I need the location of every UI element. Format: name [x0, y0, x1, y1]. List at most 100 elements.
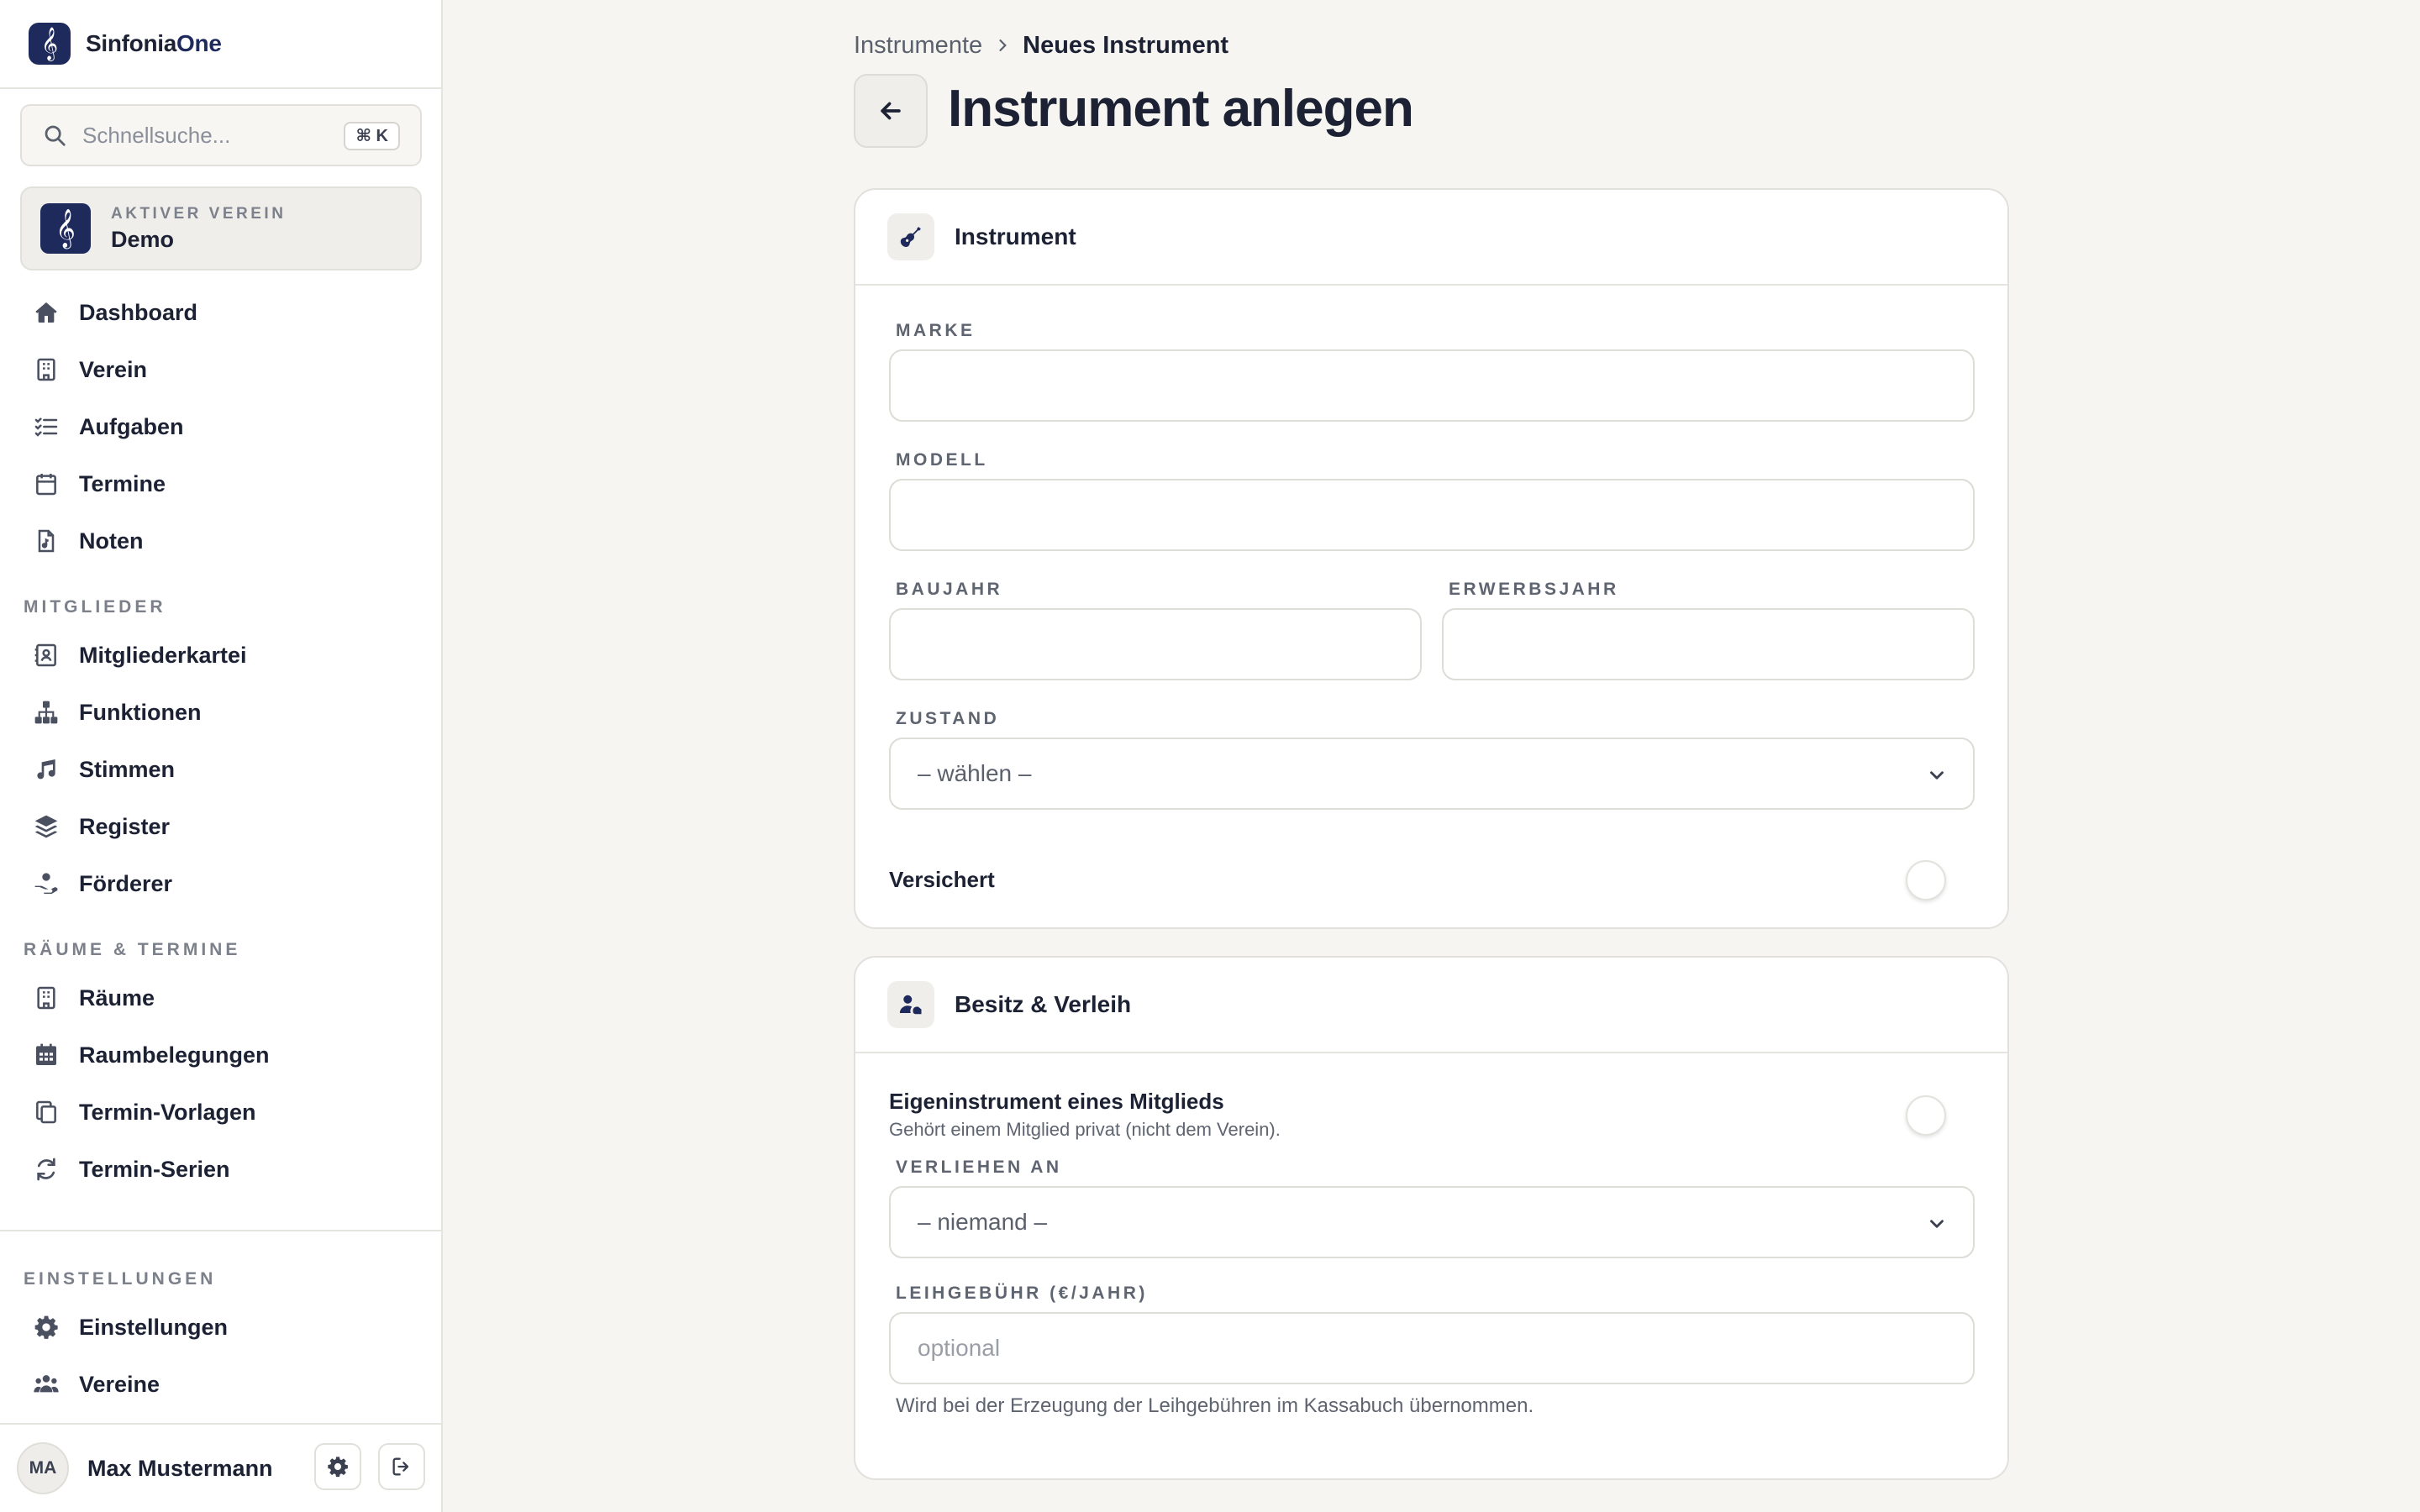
nav-item-dashboard[interactable]: Dashboard: [20, 288, 422, 337]
verliehen-an-selected-value: – niemand –: [918, 1209, 1048, 1235]
nav-label: Raumbelegungen: [79, 1042, 270, 1068]
nav-label: Mitgliederkartei: [79, 642, 247, 668]
versichert-label: Versichert: [889, 867, 995, 892]
nav-item-aufgaben[interactable]: Aufgaben: [20, 402, 422, 451]
instrument-card: Instrument MARKE MODELL BAUJAHR ERWERBSJ…: [854, 188, 2009, 929]
nav-item-verein[interactable]: Verein: [20, 345, 422, 394]
contact-card-icon: [32, 641, 60, 669]
arrow-left-icon: [881, 102, 901, 120]
nav-label: Vereine: [79, 1371, 160, 1397]
shortcut-badge: ⌘ K: [344, 122, 400, 150]
nav-item-termine[interactable]: Termine: [20, 459, 422, 508]
nav-label: Verein: [79, 356, 148, 382]
app-name: SinfoniaOne: [86, 30, 222, 56]
club-logo-icon: 𝄞: [40, 203, 91, 254]
nav-item-mitgliederkartei[interactable]: Mitgliederkartei: [20, 631, 422, 680]
verliehen-an-label: VERLIEHEN AN: [896, 1158, 1062, 1177]
nav-item-einstellungen[interactable]: Einstellungen: [20, 1303, 422, 1352]
gear-icon: [328, 1457, 348, 1478]
nav-label: Dashboard: [79, 299, 198, 325]
music-note-icon: [32, 755, 60, 784]
org-chart-icon: [32, 698, 60, 727]
brand-header[interactable]: 𝄞 SinfoniaOne: [0, 0, 441, 89]
leihgebuehr-input[interactable]: optional: [889, 1312, 1975, 1384]
marke-input[interactable]: [889, 349, 1975, 422]
nav-label: Termin-Serien: [79, 1156, 230, 1182]
besitz-verleih-card: Besitz & Verleih Eigeninstrument eines M…: [854, 956, 2009, 1480]
breadcrumb-current: Neues Instrument: [1023, 31, 1229, 59]
leihgebuehr-hint: Wird bei der Erzeugung der Leihgebühren …: [896, 1394, 1534, 1417]
building-icon: [32, 355, 60, 384]
nav-item-register[interactable]: Register: [20, 802, 422, 851]
baujahr-input[interactable]: [889, 608, 1422, 680]
layers-icon: [32, 812, 60, 841]
guitar-icon: [887, 213, 934, 260]
instrument-card-header: Instrument: [855, 190, 2007, 286]
chevron-down-icon: [1930, 1220, 1944, 1228]
nav-label: Funktionen: [79, 699, 202, 725]
eigeninstrument-label: Eigeninstrument eines Mitglieds: [889, 1089, 1224, 1114]
versichert-toggle[interactable]: [1906, 860, 1946, 900]
nav-item-raeume[interactable]: Räume: [20, 974, 422, 1022]
active-club-kicker: AKTIVER VEREIN: [111, 204, 287, 223]
refresh-icon: [32, 1155, 60, 1184]
sheet-music-icon: [32, 527, 60, 555]
avatar[interactable]: MA: [17, 1442, 69, 1494]
verliehen-an-select[interactable]: – niemand –: [889, 1186, 1975, 1258]
instrument-card-title: Instrument: [955, 223, 1076, 249]
search-icon: [45, 125, 66, 146]
nav-item-stimmen[interactable]: Stimmen: [20, 745, 422, 794]
user-hand-icon: [887, 981, 934, 1028]
calendar-grid-icon: [32, 1041, 60, 1069]
nav-label: Räume: [79, 984, 155, 1011]
users-icon: [32, 1370, 60, 1399]
logout-icon: [392, 1457, 409, 1476]
modell-label: MODELL: [896, 450, 988, 470]
nav-item-noten[interactable]: Noten: [20, 517, 422, 565]
user-bar: MA Max Mustermann: [0, 1423, 441, 1512]
eigeninstrument-toggle[interactable]: [1906, 1095, 1946, 1136]
search-placeholder: Schnellsuche...: [82, 122, 231, 148]
treble-clef-logo-icon: 𝄞: [29, 23, 71, 65]
nav-item-vereine[interactable]: Vereine: [20, 1360, 422, 1409]
active-club-switcher[interactable]: 𝄞 AKTIVER VEREIN Demo: [20, 186, 422, 270]
besitz-card-title: Besitz & Verleih: [955, 991, 1132, 1017]
erwerbsjahr-label: ERWERBSJAHR: [1449, 580, 1619, 599]
user-name: Max Mustermann: [87, 1455, 273, 1481]
sidebar: 𝄞 SinfoniaOne Schnellsuche... ⌘ K 𝄞 AKTI…: [0, 0, 443, 1512]
back-button[interactable]: [854, 74, 928, 148]
nav-label: Termin-Vorlagen: [79, 1099, 256, 1125]
building-icon: [32, 984, 60, 1012]
chevron-right-icon: [999, 39, 1007, 51]
zustand-select[interactable]: – wählen –: [889, 738, 1975, 810]
nav-item-termin-vorlagen[interactable]: Termin-Vorlagen: [20, 1088, 422, 1137]
nav-label: Register: [79, 813, 171, 839]
donor-hand-icon: [32, 869, 60, 898]
nav-label: Förderer: [79, 870, 173, 896]
logout-button[interactable]: [378, 1443, 425, 1490]
calendar-icon: [32, 470, 60, 498]
page-title: Instrument anlegen: [948, 80, 1414, 138]
user-settings-button[interactable]: [314, 1443, 361, 1490]
modell-input[interactable]: [889, 479, 1975, 551]
active-club-name: Demo: [111, 226, 175, 252]
besitz-card-header: Besitz & Verleih: [855, 958, 2007, 1053]
nav-item-foerderer[interactable]: Förderer: [20, 859, 422, 908]
breadcrumb: Instrumente Neues Instrument: [854, 30, 1228, 60]
section-title-einstellungen: EINSTELLUNGEN: [24, 1269, 217, 1289]
marke-label: MARKE: [896, 321, 976, 340]
nav-label: Termine: [79, 470, 166, 496]
nav-item-raumbelegungen[interactable]: Raumbelegungen: [20, 1031, 422, 1079]
eigeninstrument-description: Gehört einem Mitglied privat (nicht dem …: [889, 1119, 1281, 1140]
nav-item-termin-serien[interactable]: Termin-Serien: [20, 1145, 422, 1194]
breadcrumb-parent-link[interactable]: Instrumente: [854, 32, 982, 60]
baujahr-label: BAUJAHR: [896, 580, 1003, 599]
leihgebuehr-placeholder: optional: [918, 1335, 1001, 1361]
nav-label: Einstellungen: [79, 1314, 229, 1340]
nav-item-funktionen[interactable]: Funktionen: [20, 688, 422, 737]
erwerbsjahr-input[interactable]: [1442, 608, 1975, 680]
section-title-mitglieder: MITGLIEDER: [24, 597, 166, 617]
quick-search-input[interactable]: Schnellsuche... ⌘ K: [20, 104, 422, 166]
nav-label: Stimmen: [79, 756, 176, 782]
zustand-label: ZUSTAND: [896, 709, 1000, 728]
